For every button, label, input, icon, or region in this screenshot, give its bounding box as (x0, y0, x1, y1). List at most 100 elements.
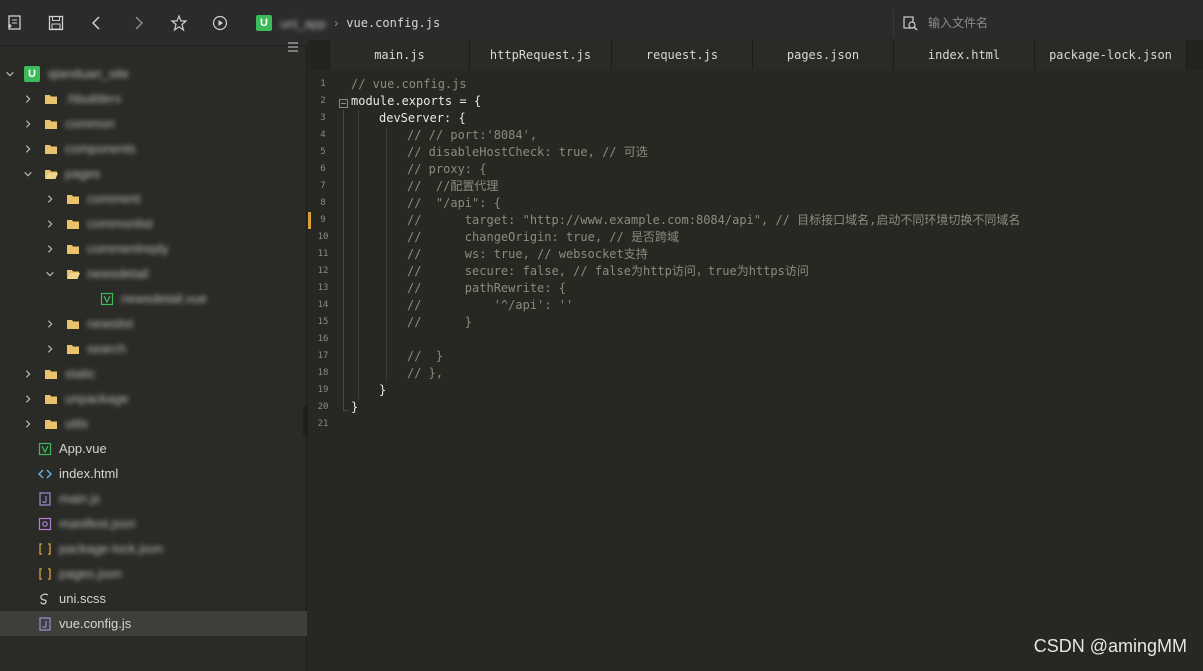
vue-file-icon (100, 292, 114, 306)
json-file-icon (38, 542, 52, 556)
tree-file[interactable]: vue.config.js (0, 611, 307, 636)
code-line: // // port:'8084', (407, 128, 538, 142)
breadcrumb-project[interactable]: uni_app (280, 16, 326, 31)
star-icon[interactable] (169, 13, 189, 33)
folder-icon (44, 392, 58, 406)
chevron-right-icon[interactable] (44, 343, 56, 355)
tab-httprequest-js[interactable]: httpRequest.js (470, 40, 612, 70)
line-number: 21 (317, 419, 329, 429)
tree-file[interactable]: index.html (0, 461, 307, 486)
forward-icon[interactable] (128, 13, 148, 33)
manifest-file-icon (38, 517, 52, 531)
line-number: 6 (320, 164, 326, 174)
folder-icon (44, 367, 58, 381)
project-explorer: U qianduan_site .hbuilderx common componen… (0, 42, 307, 671)
chevron-right-icon[interactable] (22, 143, 34, 155)
code-line: // pathRewrite: { (407, 281, 566, 295)
line-number: 18 (317, 368, 329, 378)
tree-file[interactable]: main.js (0, 486, 307, 511)
line-number: 20 (317, 402, 329, 412)
chevron-right-icon[interactable] (44, 193, 56, 205)
tree-folder[interactable]: commonlist (0, 211, 307, 236)
back-icon[interactable] (87, 13, 107, 33)
chevron-down-icon[interactable] (44, 268, 56, 280)
fold-toggle-icon[interactable] (339, 99, 348, 108)
tab-pages-json[interactable]: pages.json (753, 40, 894, 70)
tree-file[interactable]: newsdetail.vue (0, 286, 307, 311)
line-number: 15 (317, 317, 329, 327)
chevron-right-icon[interactable] (44, 218, 56, 230)
file-search-input[interactable] (928, 16, 1178, 30)
code-line: } (379, 383, 387, 397)
breadcrumb: U uni_app › vue.config.js (256, 13, 440, 33)
file-search-icon (903, 16, 918, 31)
chevron-right-icon[interactable] (22, 93, 34, 105)
tab-index-html[interactable]: index.html (894, 40, 1035, 70)
tree-folder[interactable]: commentreply (0, 236, 307, 261)
tree-folder[interactable]: components (0, 136, 307, 161)
folder-icon (44, 92, 58, 106)
tree-file[interactable]: pages.json (0, 561, 307, 586)
json-file-icon (38, 567, 52, 581)
line-number: 2 (320, 96, 326, 106)
tree-folder[interactable]: comment (0, 186, 307, 211)
tree-file[interactable]: package-lock.json (0, 536, 307, 561)
code-line: // disableHostCheck: true, // 可选 (407, 145, 648, 159)
tree-item-label: search (87, 341, 127, 356)
tree-folder[interactable]: common (0, 111, 307, 136)
chevron-right-icon[interactable] (44, 243, 56, 255)
line-number: 14 (317, 300, 329, 310)
file-search-box[interactable] (893, 10, 1203, 36)
code-line: // ws: true, // websocket支持 (407, 247, 648, 261)
tree-folder[interactable]: unpackage (0, 386, 307, 411)
breadcrumb-file[interactable]: vue.config.js (346, 16, 440, 30)
tree-item-label: pages.json (59, 566, 122, 581)
breadcrumb-separator-icon: › (334, 16, 339, 30)
tree-folder[interactable]: utils (0, 411, 307, 436)
tab-request-js[interactable]: request.js (612, 40, 753, 70)
tree-folder[interactable]: newsdetail (0, 261, 307, 286)
folder-icon (44, 117, 58, 131)
hamburger-menu-icon[interactable] (287, 41, 299, 53)
tree-folder[interactable]: static (0, 361, 307, 386)
tree-folder[interactable]: pages (0, 161, 307, 186)
code-line: // proxy: { (407, 162, 487, 176)
new-file-icon[interactable] (5, 13, 25, 33)
tab-package-lock-json[interactable]: package-lock.json (1035, 40, 1187, 70)
line-number: 10 (317, 232, 329, 242)
chevron-right-icon[interactable] (22, 368, 34, 380)
line-number: 19 (317, 385, 329, 395)
line-number: 13 (317, 283, 329, 293)
code-line: // secure: false, // false为http访问，true为h… (407, 264, 809, 278)
line-number: 5 (320, 147, 326, 157)
chevron-right-icon[interactable] (22, 418, 34, 430)
tree-item-label: commentreply (87, 241, 169, 256)
tree-file[interactable]: App.vue (0, 436, 307, 461)
tree-item-label: newsdetail (87, 266, 149, 281)
line-number: 7 (320, 181, 326, 191)
run-icon[interactable] (210, 13, 230, 33)
tree-item-label: comment (87, 191, 141, 206)
code-line: // //配置代理 (407, 179, 499, 193)
save-icon[interactable] (46, 13, 66, 33)
tree-folder[interactable]: search (0, 336, 307, 361)
folder-open-icon (44, 167, 58, 181)
tree-item-label: static (65, 366, 96, 381)
tree-file[interactable]: uni.scss (0, 586, 307, 611)
chevron-right-icon[interactable] (22, 118, 34, 130)
project-root[interactable]: U qianduan_site (0, 61, 307, 86)
code-editor[interactable]: 1 2 3 4 5 6 7 8 9 10 11 12 13 14 15 16 17 18 19 20 21 // vue… (308, 70, 1203, 671)
code-line: devServer: { (379, 111, 466, 125)
folder-icon (44, 417, 58, 431)
tree-item-label: newslist (87, 316, 134, 331)
tree-folder[interactable]: newslist (0, 311, 307, 336)
tree-item-label: manifest.json (59, 516, 136, 531)
tree-folder[interactable]: .hbuilderx (0, 86, 307, 111)
chevron-right-icon[interactable] (44, 318, 56, 330)
tab-main-js[interactable]: main.js (330, 40, 470, 70)
tree-item-label: package-lock.json (59, 541, 164, 556)
chevron-down-icon[interactable] (22, 168, 34, 180)
chevron-right-icon[interactable] (22, 393, 34, 405)
tree-file[interactable]: manifest.json (0, 511, 307, 536)
